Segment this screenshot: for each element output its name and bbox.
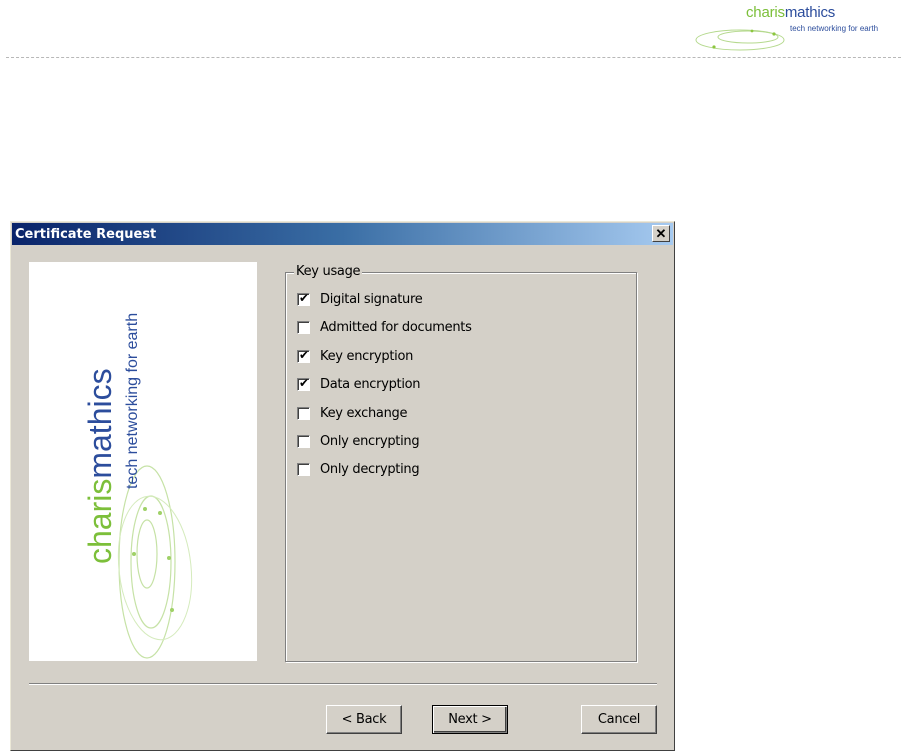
dialog-title: Certificate Request bbox=[15, 227, 157, 242]
checkbox-box[interactable] bbox=[297, 434, 310, 448]
header-divider bbox=[6, 57, 901, 58]
checkbox-label: Admitted for documents bbox=[320, 319, 472, 335]
logo-word-part2: mathics bbox=[784, 4, 836, 21]
logo-tagline: tech networking for earth bbox=[790, 24, 879, 33]
checkbox-key-exchange[interactable]: Key exchange bbox=[297, 404, 407, 422]
key-usage-legend: Key usage bbox=[294, 264, 363, 279]
checkbox-box[interactable] bbox=[297, 320, 310, 334]
checkbox-label: Key encryption bbox=[320, 348, 414, 364]
side-logo-wordmark: charismathics bbox=[82, 368, 118, 564]
checkbox-label: Data encryption bbox=[320, 376, 421, 392]
checkbox-admitted-for-documents[interactable]: Admitted for documents bbox=[297, 318, 472, 336]
checkbox-label: Digital signature bbox=[320, 291, 423, 307]
checkbox-box[interactable] bbox=[297, 406, 310, 420]
header-logo: charismathics tech networking for earth bbox=[692, 2, 904, 54]
checkbox-data-encryption[interactable]: Data encryption bbox=[297, 375, 421, 393]
checkbox-label: Key exchange bbox=[320, 405, 408, 421]
side-logo-panel: charismathics tech networking for earth bbox=[29, 262, 257, 661]
back-button[interactable]: < Back bbox=[326, 705, 402, 734]
side-logo-word-part1: charis bbox=[82, 479, 118, 564]
dialog-title-bar[interactable]: Certificate Request ✕ bbox=[12, 223, 673, 245]
button-separator bbox=[29, 683, 657, 685]
checkbox-only-encrypting[interactable]: Only encrypting bbox=[297, 432, 420, 450]
checkbox-box[interactable] bbox=[297, 462, 310, 476]
orbit-artwork-icon: charismathics tech networking for earth bbox=[82, 313, 193, 659]
checkbox-only-decrypting[interactable]: Only decrypting bbox=[297, 460, 420, 478]
checkbox-digital-signature[interactable]: Digital signature bbox=[297, 290, 423, 308]
checkbox-box[interactable] bbox=[297, 376, 310, 391]
next-button[interactable]: Next > bbox=[432, 705, 508, 734]
side-logo-tagline: tech networking for earth bbox=[124, 313, 141, 489]
logo-word-part1: charis bbox=[746, 4, 785, 21]
checkbox-box[interactable] bbox=[297, 348, 310, 363]
side-logo-word-part2: mathics bbox=[82, 368, 118, 478]
checkbox-box[interactable] bbox=[297, 291, 310, 306]
checkbox-label: Only encrypting bbox=[320, 433, 420, 449]
close-button[interactable]: ✕ bbox=[652, 225, 670, 242]
close-icon: ✕ bbox=[655, 226, 667, 241]
certificate-request-dialog: Certificate Request ✕ charismathics tech… bbox=[10, 221, 675, 751]
logo-wordmark: charismathics bbox=[746, 4, 835, 21]
checkbox-label: Only decrypting bbox=[320, 461, 420, 477]
checkbox-key-encryption[interactable]: Key encryption bbox=[297, 347, 413, 365]
orbit-logo-icon bbox=[695, 29, 785, 51]
cancel-button[interactable]: Cancel bbox=[581, 705, 657, 734]
